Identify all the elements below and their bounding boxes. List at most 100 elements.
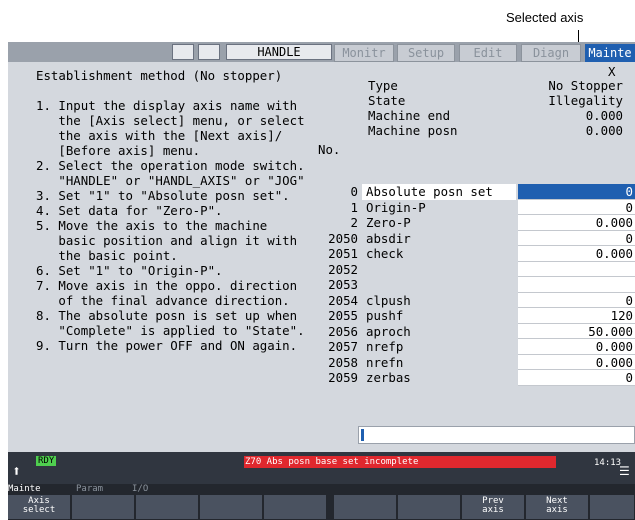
fkey-blank-5[interactable] <box>334 495 397 519</box>
function-keys: Axis select Prev axis Next axis <box>8 494 635 520</box>
param-value[interactable]: 0 <box>518 184 635 200</box>
param-value[interactable]: 0.000 <box>518 246 635 262</box>
fkey-label-line2: select <box>22 505 56 515</box>
info-value: No Stopper <box>548 78 623 93</box>
table-row[interactable]: 0 Absolute posn set 0 <box>314 184 635 200</box>
setting-input[interactable] <box>358 426 635 444</box>
table-row[interactable]: 2057 nrefp 0.000 <box>314 339 635 355</box>
param-name <box>362 262 516 278</box>
instruction-line: 2. Select the operation mode switch. <box>36 158 305 173</box>
param-value[interactable]: 0 <box>518 199 635 215</box>
table-row[interactable]: 2053 <box>314 277 635 293</box>
param-table: 0 Absolute posn set 0 1 Origin-P 0 2 Zero-P 0.00… <box>314 184 635 386</box>
param-value[interactable]: 50.000 <box>518 323 635 339</box>
fkey-blank-2[interactable] <box>136 495 199 519</box>
input-cursor <box>361 429 364 441</box>
top-bar: HANDLE Monitr Setup Edit Diagn Mainte <box>8 42 635 62</box>
param-name: Absolute posn set <box>362 184 516 200</box>
fkey-blank-3[interactable] <box>200 495 263 519</box>
fkey-blank-1[interactable] <box>72 495 135 519</box>
param-name: aproch <box>366 323 411 339</box>
table-row[interactable]: 2051 check 0.000 <box>314 246 635 262</box>
instructions: Establishment method (No stopper) 1. Inpu… <box>36 68 305 353</box>
cnc-screen: HANDLE Monitr Setup Edit Diagn Mainte Es… <box>8 42 635 520</box>
param-number: 2054 <box>328 292 358 308</box>
table-row[interactable]: 2059 zerbas 0 <box>314 370 635 386</box>
info-value: 0.000 <box>585 108 623 123</box>
param-number: 2050 <box>328 230 358 246</box>
home-icon[interactable]: ⬆ <box>12 462 30 480</box>
param-number: 2056 <box>328 323 358 339</box>
ready-indicator: RDY <box>36 456 57 466</box>
menu-breadcrumb: Mainte Param I/O <box>8 484 635 494</box>
fkey-blank-4[interactable] <box>264 495 327 519</box>
info-key: Machine posn <box>368 123 458 138</box>
param-number: 1 <box>350 199 358 215</box>
indicator-box <box>198 44 220 60</box>
fkey-prev[interactable]: Prev axis <box>462 495 525 519</box>
instruction-line <box>36 83 305 98</box>
info-value: Illegality <box>548 93 623 108</box>
table-row[interactable]: 2055 pushf 120 <box>314 308 635 324</box>
table-row[interactable]: 2 Zero-P 0.000 <box>314 215 635 231</box>
instruction-line: 8. The absolute posn is set up when <box>36 308 298 323</box>
param-value[interactable]: 0.000 <box>518 354 635 370</box>
table-row[interactable]: 2050 absdir 0 <box>314 230 635 246</box>
fkey-separator <box>328 494 331 520</box>
clock: 14:13 <box>594 458 622 468</box>
instruction-line: the [Axis select] menu, or select <box>36 113 305 128</box>
fkey-blank-9[interactable] <box>590 495 635 519</box>
breadcrumb-io: I/O <box>132 484 149 494</box>
axis-info: Type No Stopper State Illegality Machine e… <box>364 78 627 138</box>
breadcrumb-param: Param <box>76 484 104 494</box>
param-number: 2053 <box>328 277 358 292</box>
fkey-next[interactable]: Next axis <box>526 495 589 519</box>
param-name: Origin-P <box>366 199 426 215</box>
instruction-line: 9. Turn the power OFF and ON again. <box>36 338 298 353</box>
table-row[interactable]: 2056 aproch 50.000 <box>314 323 635 339</box>
fkey-blank-6[interactable] <box>398 495 461 519</box>
param-value[interactable]: 0.000 <box>518 215 635 231</box>
status-bar: ⬆ RDY Z70 Abs posn base set incomplete 1… <box>8 452 635 484</box>
tab-mainte[interactable]: Mainte <box>585 44 635 62</box>
tab-monitr[interactable]: Monitr <box>334 44 394 62</box>
breadcrumb-mainte: Mainte <box>8 484 41 494</box>
instruction-line: the axis with the [Next axis]/ <box>36 128 283 143</box>
table-row[interactable]: 2054 clpush 0 <box>314 292 635 308</box>
param-value[interactable] <box>518 261 635 277</box>
param-name <box>362 277 516 293</box>
param-value[interactable]: 0 <box>518 292 635 308</box>
table-row[interactable]: 1 Origin-P 0 <box>314 199 635 215</box>
indicator-box <box>172 44 194 60</box>
param-number: 0 <box>350 184 358 199</box>
fkey-axis[interactable]: Axis select <box>8 495 71 519</box>
instruction-line: 1. Input the display axis name with <box>36 98 298 113</box>
instruction-line: 7. Move axis in the oppo. direction <box>36 278 298 293</box>
tab-edit[interactable]: Edit <box>459 44 517 62</box>
menu-list-icon[interactable]: ☰ <box>619 465 635 477</box>
instruction-line: "HANDLE" or "HANDL_AXIS" or "JOG" <box>36 173 305 188</box>
param-number: 2058 <box>328 354 358 370</box>
tab-setup[interactable]: Setup <box>397 44 455 62</box>
info-row-machine-posn: Machine posn 0.000 <box>364 123 627 138</box>
instruction-line: of the final advance direction. <box>36 293 290 308</box>
param-value[interactable]: 0 <box>518 230 635 246</box>
table-row[interactable]: 2058 nrefn 0.000 <box>314 354 635 370</box>
param-value[interactable]: 120 <box>518 308 635 324</box>
instruction-line: [Before axis] menu. <box>36 143 201 158</box>
param-value[interactable]: 0.000 <box>518 339 635 355</box>
param-number: 2059 <box>328 370 358 385</box>
axis-name: X <box>608 64 616 79</box>
param-value[interactable] <box>518 277 635 293</box>
param-number: 2057 <box>328 339 358 354</box>
param-value[interactable]: 0 <box>518 370 635 386</box>
param-name: zerbas <box>366 370 411 385</box>
info-value: 0.000 <box>585 123 623 138</box>
tab-diagn[interactable]: Diagn <box>521 44 581 62</box>
table-row[interactable]: 2052 <box>314 261 635 278</box>
info-row-state: State Illegality <box>364 93 627 108</box>
param-name: nrefn <box>366 354 404 370</box>
instruction-line: 3. Set "1" to "Absolute posn set". <box>36 188 290 203</box>
instruction-line: 4. Set data for "Zero-P". <box>36 203 223 218</box>
instruction-line: the basic point. <box>36 248 178 263</box>
